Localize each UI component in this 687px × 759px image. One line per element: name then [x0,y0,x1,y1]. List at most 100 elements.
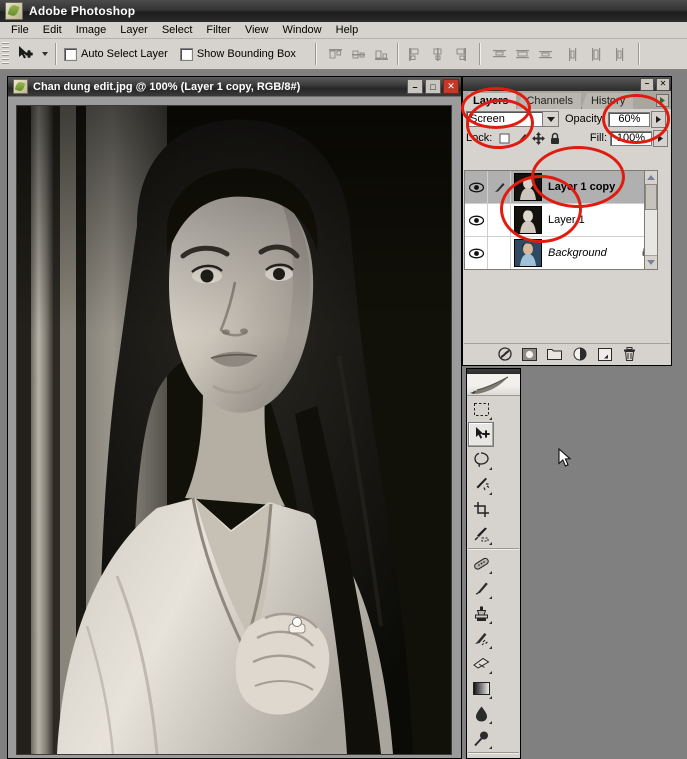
rectangular-marquee-tool[interactable] [468,397,494,422]
image-canvas[interactable] [16,105,452,755]
new-group-icon[interactable] [547,347,563,362]
palette-close-button[interactable]: ✕ [656,77,670,91]
palette-title-bar[interactable]: – ✕ [463,77,671,91]
align-right-edges-icon[interactable] [450,44,471,64]
palette-minimize-button[interactable]: – [640,77,654,91]
photoshop-feather-logo[interactable] [467,369,520,396]
menu-item-filter[interactable]: Filter [199,23,237,37]
opacity-input[interactable]: 60% [608,111,651,127]
magic-wand-tool[interactable] [468,472,494,497]
opacity-slider-arrow-icon[interactable] [651,110,667,128]
layer-visibility-toggle[interactable] [465,237,488,269]
eye-icon [468,182,484,192]
eye-icon [468,215,484,225]
clone-stamp-tool[interactable] [468,601,494,626]
eraser-tool[interactable] [468,651,494,676]
align-horizontal-centers-icon[interactable] [427,44,448,64]
palette-menu-arrow-icon[interactable] [656,94,669,107]
layer-list[interactable]: Layer 1 copy Layer 1 Background [464,170,657,270]
layer-thumbnail[interactable] [514,206,542,234]
current-tool-move-icon[interactable] [12,42,38,66]
show-bounding-box-checkbox[interactable]: Show Bounding Box [179,47,296,61]
history-brush-tool[interactable] [468,626,494,651]
align-left-edges-icon[interactable] [404,44,425,64]
crop-tool[interactable] [468,497,494,522]
options-divider [55,43,57,65]
lock-fill-row: Lock: Fill: 100% [463,129,671,147]
layer-visibility-toggle[interactable] [465,171,488,203]
lock-label: Lock: [466,132,493,144]
show-bounding-box-box[interactable] [179,47,193,61]
document-close-button[interactable]: ✕ [443,79,459,94]
auto-select-layer-checkbox[interactable]: Auto Select Layer [64,47,168,61]
tool-divider-2 [468,752,519,754]
healing-brush-tool[interactable] [468,551,494,576]
scroll-up-arrow-icon[interactable] [645,171,657,185]
lasso-tool[interactable] [468,447,494,472]
path-selection-tool[interactable] [468,755,494,759]
distribute-bottom-edges-icon[interactable] [535,44,556,64]
move-tool[interactable] [468,422,494,447]
layer-brush-placeholder [488,204,511,236]
blur-tool[interactable] [468,701,494,726]
auto-select-layer-box[interactable] [64,47,77,61]
document-title-bar[interactable]: Chan dung edit.jpg @ 100% (Layer 1 copy,… [8,77,461,96]
portrait-photo [17,106,451,754]
align-bottom-edges-icon[interactable] [371,44,392,64]
slice-tool[interactable] [468,522,494,547]
lock-transparent-pixels-icon[interactable] [496,131,512,146]
scrollbar-thumb[interactable] [645,184,657,210]
layer-thumbnail[interactable] [514,239,542,267]
menu-item-select[interactable]: Select [155,23,200,37]
table-row[interactable]: Layer 1 [465,204,656,237]
menu-item-window[interactable]: Window [276,23,329,37]
tab-history[interactable]: History [580,93,634,109]
table-row[interactable]: Layer 1 copy [465,171,656,204]
layer-list-scrollbar[interactable] [644,170,658,270]
menu-item-edit[interactable]: Edit [36,23,69,37]
menu-item-help[interactable]: Help [329,23,366,37]
distribute-top-edges-icon[interactable] [489,44,510,64]
distribute-vertical-centers-icon[interactable] [512,44,533,64]
align-top-edges-icon[interactable] [325,44,346,64]
distribute-left-edges-icon[interactable] [563,44,584,64]
document-minimize-button[interactable]: – [407,79,423,94]
distribute-right-edges-icon[interactable] [609,44,630,64]
options-divider-2 [314,43,317,65]
distribute-horizontal-centers-icon[interactable] [586,44,607,64]
dodge-tool[interactable] [468,726,494,751]
lock-all-icon[interactable] [547,131,563,146]
brush-tool[interactable] [468,576,494,601]
tool-preset-chevron-down-icon[interactable] [42,52,48,56]
tab-channels[interactable]: Channels [516,93,581,109]
tab-layers[interactable]: Layers [463,93,517,109]
delete-layer-icon[interactable] [622,347,638,362]
chevron-down-icon[interactable] [542,112,558,126]
layer-thumbnail[interactable] [514,173,542,201]
document-body [8,96,461,758]
menu-item-view[interactable]: View [238,23,276,37]
menu-item-image[interactable]: Image [69,23,114,37]
scroll-down-arrow-icon[interactable] [645,255,657,269]
new-layer-icon[interactable] [597,347,613,362]
auto-select-layer-label: Auto Select Layer [81,48,168,60]
new-adjustment-layer-icon[interactable] [572,347,588,362]
menu-item-layer[interactable]: Layer [113,23,155,37]
lock-position-icon[interactable] [530,131,546,146]
table-row[interactable]: Background [465,237,656,269]
photoshop-feather-icon [5,2,23,20]
layer-style-fx-icon[interactable] [497,347,513,362]
blend-mode-select[interactable]: Screen [466,111,559,127]
gradient-tool[interactable] [468,676,494,701]
fill-slider-arrow-icon[interactable] [653,129,668,147]
menu-item-file[interactable]: File [4,23,36,37]
add-layer-mask-icon[interactable] [522,347,538,362]
document-maximize-button[interactable]: □ [425,79,441,94]
lock-image-pixels-icon[interactable] [513,131,529,146]
options-bar-gripper[interactable] [2,42,9,66]
layer-visibility-toggle[interactable] [465,204,488,236]
list-item: Layer 1 copy [548,181,616,193]
document-title: Chan dung edit.jpg @ 100% (Layer 1 copy,… [33,80,301,93]
fill-input[interactable]: 100% [610,130,652,146]
align-vertical-centers-icon[interactable] [348,44,369,64]
